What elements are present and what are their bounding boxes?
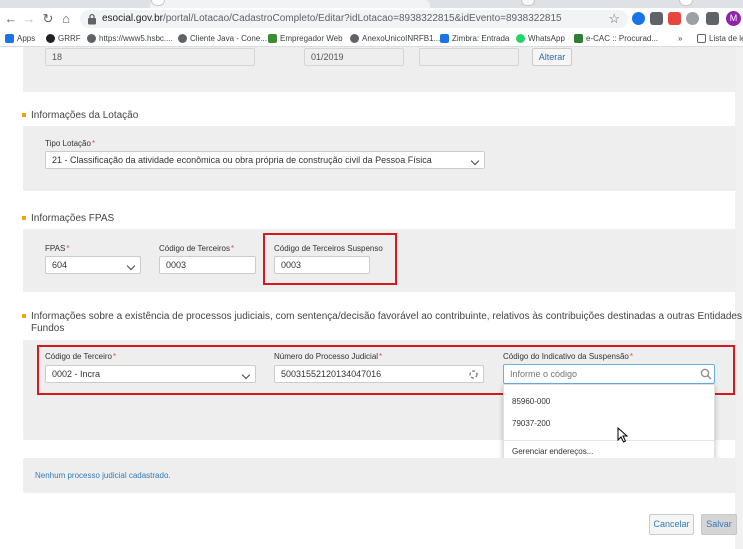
active-tab[interactable]	[150, 0, 430, 8]
reading-list-icon	[697, 34, 706, 43]
triangle-icon	[574, 34, 583, 43]
apps-grid-icon	[5, 34, 14, 43]
manage-addresses-link[interactable]: Gerenciar endereços...	[512, 447, 593, 456]
dropdown-separator	[504, 440, 714, 441]
bookmark-apps[interactable]: Apps	[5, 33, 35, 44]
tipo-lotacao-label: Tipo Lotação*	[45, 139, 95, 148]
puzzle-icon[interactable]	[706, 12, 719, 25]
top-field-2[interactable]: 01/2019	[304, 48, 404, 66]
bookmark-empregador-web[interactable]: Empregador Web	[268, 33, 343, 44]
tab-strip	[0, 0, 743, 8]
cancel-button[interactable]: Cancelar	[649, 514, 694, 535]
required-mark: *	[91, 139, 96, 148]
bookmark-cliente-java[interactable]: Cliente Java - Cone...	[178, 33, 267, 44]
bookmark-anexo-unico[interactable]: AnexoUnicoINRFB1...	[350, 33, 440, 44]
extension-icon[interactable]	[632, 12, 645, 25]
tab-favicon-icon	[679, 0, 693, 6]
bookmark-label: GRRF	[58, 34, 81, 43]
globe-icon	[87, 34, 96, 43]
tipo-lotacao-select[interactable]: 21 - Classificação da atividade econômic…	[45, 151, 485, 169]
empty-processos-message: Nenhum processo judicial cadastrado.	[35, 471, 171, 480]
fpas-label: FPAS*	[45, 244, 69, 253]
home-icon[interactable]: ⌂	[58, 11, 74, 27]
save-button[interactable]: Salvar	[701, 514, 737, 535]
dropdown-option[interactable]: 79037-200	[512, 419, 550, 428]
extension-icon[interactable]	[668, 12, 681, 25]
indicativo-dropdown: 85960-000 79037-200 Gerenciar endereços.…	[503, 384, 715, 462]
address-bar: ← → ↻ ⌂ esocial.gov.br/portal/Lotacao/Ca…	[0, 8, 743, 30]
url-omnibox[interactable]: esocial.gov.br/portal/Lotacao/CadastroCo…	[80, 10, 628, 28]
bookmark-whatsapp[interactable]: WhatsApp	[516, 33, 565, 44]
section-title-processos: Informações sobre a existência de proces…	[22, 311, 743, 322]
section-title-processos-continued: Fundos	[31, 323, 65, 334]
tab-favicon-icon	[521, 0, 535, 6]
url-path: /portal/Lotacao/CadastroCompleto/Editar?…	[162, 13, 562, 24]
required-mark: *	[66, 244, 70, 253]
chevron-down-icon	[470, 156, 480, 166]
fpas-value: 604	[52, 260, 68, 270]
bookmarks-overflow[interactable]: »	[678, 33, 682, 44]
bookmark-label: https://www5.hsbc....	[99, 34, 173, 43]
bookmark-label: Empregador Web	[280, 34, 343, 43]
reload-icon[interactable]: ↻	[40, 11, 56, 27]
bookmark-label: Cliente Java - Cone...	[190, 34, 267, 43]
bookmark-ecac[interactable]: e-CAC :: Procurad...	[574, 33, 658, 44]
codigo-terceiros-label: Código de Terceiros*	[159, 244, 234, 253]
page-scrollbar[interactable]	[735, 47, 743, 549]
bookmark-zimbra[interactable]: Zimbra: Entrada	[440, 33, 509, 44]
codigo-terceiros-label-text: Código de Terceiros	[159, 244, 231, 253]
url-text: esocial.gov.br/portal/Lotacao/CadastroCo…	[102, 13, 562, 24]
section-title-lotacao: Informações da Lotação	[22, 110, 138, 121]
codigo-terceiros-input[interactable]: 0003	[159, 256, 256, 274]
required-mark: *	[231, 244, 235, 253]
bookmark-favicon-icon	[46, 34, 55, 43]
bookmark-label: e-CAC :: Procurad...	[586, 34, 659, 43]
extension-icon[interactable]	[686, 12, 699, 25]
url-host: esocial.gov.br	[102, 13, 163, 24]
bookmark-label: Zimbra: Entrada	[452, 34, 510, 43]
top-field-1[interactable]: 18	[45, 48, 255, 66]
bookmark-favicon-icon	[268, 34, 277, 43]
globe-icon	[350, 34, 359, 43]
extension-icon[interactable]	[650, 12, 663, 25]
reading-list[interactable]: Lista de lei	[697, 33, 743, 44]
avatar[interactable]: M	[726, 11, 741, 26]
tipo-lotacao-label-text: Tipo Lotação	[45, 139, 91, 148]
mouse-cursor-icon	[617, 427, 629, 443]
whatsapp-icon	[516, 34, 525, 43]
alter-button[interactable]: Alterar	[532, 48, 572, 66]
highlight-box-suspenso	[263, 233, 397, 285]
bookmark-hsbc[interactable]: https://www5.hsbc....	[87, 33, 173, 44]
bookmark-label: AnexoUnicoINRFB1...	[362, 34, 441, 43]
bookmark-star-icon[interactable]: ☆	[608, 11, 620, 27]
section-title-fpas: Informações FPAS	[22, 213, 114, 224]
bookmark-grrf[interactable]: GRRF	[46, 33, 81, 44]
lock-icon	[88, 13, 96, 25]
zimbra-icon	[440, 34, 449, 43]
forward-arrow-icon[interactable]: →	[21, 11, 37, 27]
fpas-select[interactable]: 604	[45, 256, 141, 274]
tipo-lotacao-value: 21 - Classificação da atividade econômic…	[52, 155, 432, 165]
chevron-down-icon	[126, 261, 136, 271]
bookmark-label: WhatsApp	[528, 34, 565, 43]
back-arrow-icon[interactable]: ←	[3, 11, 19, 27]
bookmarks-bar: Apps GRRF https://www5.hsbc.... Cliente …	[0, 30, 743, 47]
fpas-label-text: FPAS	[45, 244, 66, 253]
globe-icon	[178, 34, 187, 43]
dropdown-option[interactable]: 85960-000	[512, 397, 550, 406]
bookmark-label: Lista de lei	[709, 34, 743, 43]
bookmark-label: Apps	[17, 34, 36, 43]
top-field-3[interactable]	[419, 48, 519, 66]
